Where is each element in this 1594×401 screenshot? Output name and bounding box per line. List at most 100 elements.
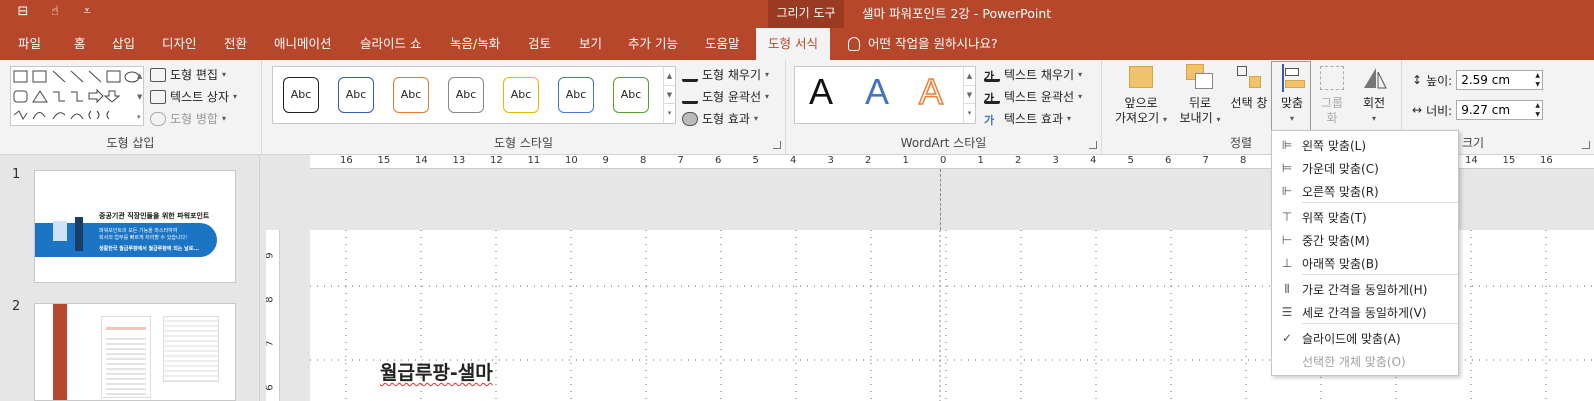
- tab-0[interactable]: 파일: [16, 28, 43, 60]
- slide-thumbnail-1[interactable]: 중공기관 직장인들을 위한 파워포인트 파워포인트의 모든 기능을 마스터하여 …: [34, 170, 236, 283]
- save-icon[interactable]: ⊟: [14, 4, 32, 19]
- svg-text:▲: ▲: [137, 72, 143, 80]
- shape-style-preset-4[interactable]: Abc: [503, 77, 539, 113]
- align-middle-icon: ⊢: [1281, 233, 1293, 247]
- more-icon[interactable]: ▾: [964, 104, 975, 123]
- dialog-launcher-icon[interactable]: [773, 141, 781, 149]
- thumb-title: 중공기관 직장인들을 위한 파워포인트: [99, 212, 210, 220]
- shape-outline-button[interactable]: 도형 윤곽선 ▾: [682, 88, 769, 105]
- tab-1[interactable]: 홈: [72, 28, 88, 60]
- tab-7[interactable]: 녹음/녹화: [448, 28, 502, 60]
- shape-style-preset-1[interactable]: Abc: [338, 77, 374, 113]
- effects-icon: [682, 111, 698, 126]
- height-icon: ↕: [1412, 73, 1423, 87]
- shape-effects-button[interactable]: 도형 효과 ▾: [682, 110, 758, 127]
- gallery-scroll[interactable]: ▲ ▼ ▾: [963, 67, 975, 123]
- align-menu-item-0[interactable]: ⊫ 왼쪽 맞춤(L): [1272, 133, 1458, 157]
- text-effects-button[interactable]: 가 텍스트 효과 ▾: [984, 110, 1071, 127]
- thumb-sub2: 회사의 업무를 빠르게 처리할 수 있습니다!: [99, 235, 188, 241]
- wordart-black[interactable]: A: [809, 71, 833, 113]
- lightbulb-icon: [848, 37, 860, 51]
- align-menu-item-6[interactable]: ⫴ 가로 간격을 동일하게(H): [1272, 277, 1458, 301]
- tab-2[interactable]: 삽입: [110, 28, 137, 60]
- ruler-tick-label: 16: [1540, 155, 1553, 166]
- width-icon: ↔: [1412, 103, 1423, 117]
- wordart-blue[interactable]: A: [865, 71, 889, 113]
- scroll-down-icon[interactable]: ▼: [664, 86, 675, 105]
- tell-me-box[interactable]: 어떤 작업을 원하시나요?: [848, 28, 998, 60]
- width-input[interactable]: [1456, 100, 1535, 120]
- slide-title-text[interactable]: 월급루팡-샐마: [380, 358, 493, 385]
- shape-fill-button[interactable]: 도형 채우기 ▾: [682, 66, 769, 83]
- customize-qat-icon[interactable]: ⩡: [78, 4, 96, 19]
- ruler-tick-label: 11: [527, 155, 541, 166]
- slide-thumbnail-2[interactable]: [34, 303, 236, 401]
- thumb2-panel-right: [163, 316, 219, 382]
- shape-style-preset-0[interactable]: Abc: [283, 77, 319, 113]
- align-menu-item-7[interactable]: ☰ 세로 간격을 동일하게(V): [1272, 300, 1458, 324]
- shape-style-preset-5[interactable]: Abc: [558, 77, 594, 113]
- shape-style-preset-3[interactable]: Abc: [448, 77, 484, 113]
- thumb2-sidebar: [53, 304, 67, 400]
- shape-style-preset-2[interactable]: Abc: [393, 77, 429, 113]
- touch-mode-icon[interactable]: ☝: [46, 4, 64, 19]
- context-tab-header: 그리기 도구: [768, 0, 844, 28]
- slide-number-2: 2: [12, 299, 21, 314]
- gallery-scroll[interactable]: ▲ ▼ ▾: [663, 67, 675, 123]
- chevron-down-icon: ▾: [753, 114, 758, 123]
- align-menu-item-4[interactable]: ⊢ 중간 맞춤(M): [1272, 228, 1458, 252]
- ruler-tick-label: 9: [602, 155, 609, 166]
- svg-text:▼: ▼: [137, 93, 143, 101]
- scroll-down-icon[interactable]: ▼: [964, 86, 975, 105]
- align-left-icon: ⊫: [1281, 138, 1293, 152]
- scroll-up-icon[interactable]: ▲: [964, 67, 975, 86]
- ruler-tick-label: 6: [715, 155, 722, 166]
- align-menu-item-9[interactable]: 선택한 개체 맞춤(O): [1272, 349, 1458, 373]
- rotate-icon: [1360, 64, 1388, 92]
- thumb-sub3: 생활한국 월급루팡에서 월급루팡에 되는 날로...: [99, 246, 200, 252]
- tab-6[interactable]: 슬라이드 쇼: [358, 28, 423, 60]
- edit-shape-button[interactable]: 도형 편집 ▾: [150, 66, 226, 83]
- shape-style-preset-6[interactable]: Abc: [613, 77, 649, 113]
- ruler-tick-label: 4: [790, 155, 797, 166]
- align-menu-item-3[interactable]: ⊤ 위쪽 맞춤(T): [1272, 205, 1458, 229]
- wordart-orange-outline[interactable]: A: [918, 70, 944, 113]
- width-spinner[interactable]: ▲ ▼: [1533, 100, 1544, 120]
- tab-3[interactable]: 디자인: [160, 28, 199, 60]
- check-icon: ✓: [1281, 331, 1293, 345]
- tab-5[interactable]: 애니메이션: [272, 28, 334, 60]
- rotate-button[interactable]: 회전 ▾: [1354, 64, 1394, 126]
- tab-4[interactable]: 전환: [222, 28, 249, 60]
- group-objects-button[interactable]: 그룹 화: [1314, 64, 1350, 126]
- scroll-up-icon[interactable]: ▲: [664, 67, 675, 86]
- height-input[interactable]: [1456, 70, 1535, 90]
- send-backward-button[interactable]: 뒤로 보내기 ▾: [1174, 64, 1226, 127]
- group-icon: [1318, 64, 1346, 92]
- bring-forward-button[interactable]: 앞으로 가져오기 ▾: [1110, 64, 1172, 127]
- tab-shape-format[interactable]: 도형 서식: [756, 28, 830, 60]
- merge-shapes-button[interactable]: 도형 병합 ▾: [150, 110, 226, 127]
- group-insert-shapes: ▲ ▼ ▾ 도형 편집 ▾ 텍스트 상자 ▾ 도형 병합 ▾ 도형 삽입: [0, 60, 262, 155]
- align-menu-item-1[interactable]: ⊨ 가운데 맞춤(C): [1272, 156, 1458, 180]
- text-outline-button[interactable]: 가 텍스트 윤곽선 ▾: [984, 88, 1082, 105]
- align-menu-item-2[interactable]: ⊩ 오른쪽 맞춤(R): [1272, 179, 1458, 203]
- more-icon[interactable]: ▾: [664, 104, 675, 123]
- selection-pane-button[interactable]: 선택 창: [1226, 64, 1272, 111]
- shape-styles-gallery[interactable]: Abc Abc Abc Abc Abc Abc Abc ▲ ▼ ▾: [272, 66, 676, 124]
- svg-text:▾: ▾: [137, 113, 141, 121]
- document-title: 샐마 파워포인트 2강 - PowerPoint: [862, 6, 1052, 21]
- dialog-launcher-icon[interactable]: [1582, 141, 1590, 149]
- distribute-horizontal-icon: ⫴: [1284, 281, 1290, 296]
- align-menu-item-5[interactable]: ⊥ 아래쪽 맞춤(B): [1272, 251, 1458, 275]
- align-menu-item-8[interactable]: ✓ 슬라이드에 맞춤(A): [1272, 326, 1458, 350]
- tab-8[interactable]: 검토: [526, 28, 553, 60]
- text-box-button[interactable]: 텍스트 상자 ▾: [150, 88, 237, 105]
- tab-9[interactable]: 보기: [577, 28, 604, 60]
- wordart-gallery[interactable]: A A A ▲ ▼ ▾: [794, 66, 976, 124]
- tab-11[interactable]: 도움말: [703, 28, 742, 60]
- height-spinner[interactable]: ▲ ▼: [1533, 70, 1544, 90]
- shapes-gallery[interactable]: ▲ ▼ ▾: [10, 66, 144, 126]
- text-fill-button[interactable]: 가 텍스트 채우기 ▾: [984, 66, 1082, 83]
- tab-10[interactable]: 추가 기능: [626, 28, 680, 60]
- ruler-tick-label: 10: [565, 155, 578, 166]
